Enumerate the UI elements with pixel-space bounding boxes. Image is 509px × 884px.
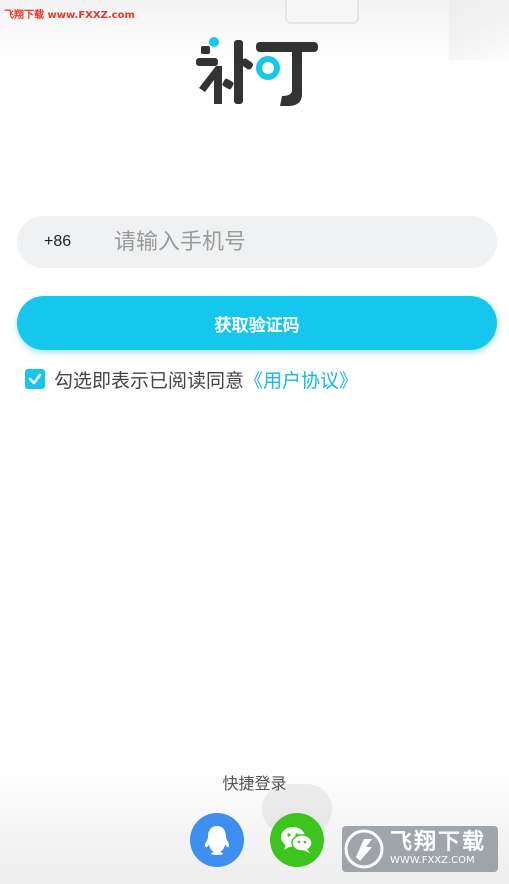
- get-verification-code-button[interactable]: 获取验证码: [17, 296, 497, 350]
- watermark-bottom: 飞翔下载 WWW.FXXZ.COM: [342, 826, 498, 872]
- watermark-name: 飞翔下载: [390, 830, 487, 855]
- watermark-url: WWW.FXXZ.COM: [390, 855, 475, 866]
- watermark-logo-icon: [344, 829, 384, 869]
- wechat-icon: [281, 827, 313, 853]
- agreement-row: 勾选即表示已阅读同意 《用户协议》: [25, 366, 358, 393]
- background-decoration: [285, 0, 359, 24]
- watermark-top: 飞翔下载 www.FXXZ.com: [4, 10, 135, 21]
- country-code-selector[interactable]: +86: [44, 233, 104, 251]
- agree-checkbox[interactable]: [25, 369, 45, 389]
- phone-input-box: +86: [17, 216, 497, 268]
- quick-login-label: 快捷登录: [222, 774, 287, 793]
- phone-number-input[interactable]: [112, 221, 497, 263]
- app-logo: [196, 37, 318, 106]
- check-icon: [28, 373, 42, 385]
- user-agreement-link[interactable]: 《用户协议》: [244, 366, 358, 393]
- qq-icon: [204, 826, 230, 855]
- agree-text: 勾选即表示已阅读同意: [54, 369, 245, 392]
- qq-login-button[interactable]: [190, 813, 244, 867]
- wechat-login-button[interactable]: [270, 813, 324, 867]
